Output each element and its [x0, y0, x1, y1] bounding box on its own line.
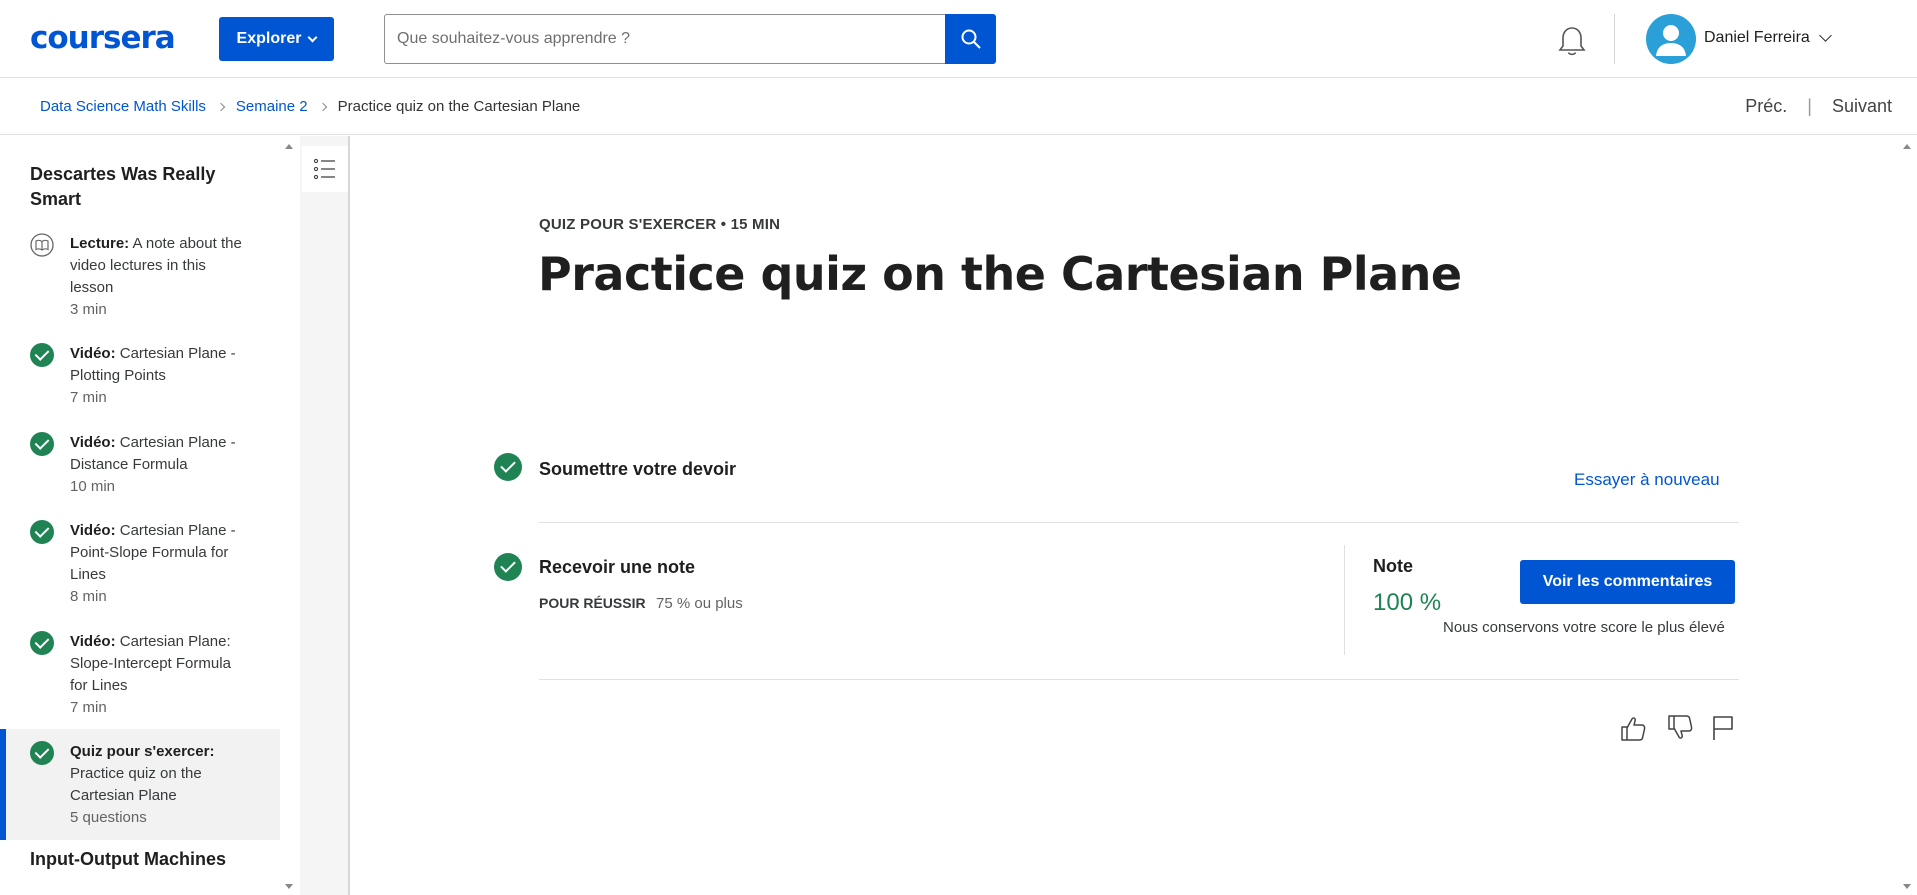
breadcrumb: Data Science Math Skills Semaine 2 Pract… [40, 98, 580, 115]
item-kicker: QUIZ POUR S'EXERCER • 15 MIN [539, 216, 781, 233]
sidebar-item-text: Vidéo: Cartesian Plane: Slope-Intercept … [70, 631, 250, 697]
check-circle-icon [30, 343, 54, 367]
divider [539, 679, 1739, 680]
chevron-right-icon [318, 102, 327, 111]
breadcrumb-bar: Data Science Math Skills Semaine 2 Pract… [0, 79, 1917, 135]
sidebar-item-type: Vidéo: [70, 345, 116, 362]
prev-next-nav: Préc. | Suivant [1745, 96, 1892, 117]
sidebar-scrollbar[interactable] [280, 136, 298, 895]
grade-step-status [494, 553, 522, 581]
nav-separator: | [1807, 96, 1812, 116]
check-circle-icon [30, 432, 54, 456]
sidebar-item-type: Lecture: [70, 235, 130, 252]
check-circle-icon [30, 520, 54, 544]
explore-button-label: Explorer [236, 30, 302, 47]
search-input[interactable] [384, 14, 946, 64]
sidebar-item-text: Vidéo: Cartesian Plane - Distance Formul… [70, 432, 250, 476]
sidebar-item-title: Practice quiz on the Cartesian Plane [70, 765, 202, 804]
sidebar-item-duration: 7 min [70, 699, 107, 716]
explore-button[interactable]: Explorer [219, 17, 334, 61]
avatar[interactable] [1646, 14, 1696, 64]
grade-value: 100 % [1373, 589, 1442, 616]
grade-step-title: Recevoir une note [539, 557, 696, 577]
sidebar-item-text: Vidéo: Cartesian Plane - Plotting Points [70, 343, 250, 387]
check-circle-icon [494, 553, 522, 581]
sidebar-item-text: Quiz pour s'exercer: Practice quiz on th… [70, 741, 250, 807]
sidebar-item-practice-quiz[interactable]: Quiz pour s'exercer: Practice quiz on th… [0, 729, 280, 840]
sidebar-item-lecture-note[interactable]: Lecture: A note about the video lectures… [0, 233, 280, 318]
search-icon [961, 29, 981, 49]
scroll-up-arrow-icon[interactable] [285, 144, 293, 149]
sidebar-item-video-plotting[interactable]: Vidéo: Cartesian Plane - Plotting Points… [0, 343, 280, 406]
check-circle-icon [30, 631, 54, 655]
sidebar-item-type: Vidéo: [70, 522, 116, 539]
sidebar-item-duration: 10 min [70, 478, 116, 495]
sidebar-item-text: Lecture: A note about the video lectures… [70, 233, 250, 299]
scroll-down-arrow-icon[interactable] [285, 884, 293, 889]
user-name[interactable]: Daniel Ferreira [1704, 29, 1810, 47]
submit-step-title: Soumettre votre devoir [539, 459, 737, 479]
grade-label: Note [1373, 556, 1413, 576]
check-circle-icon [494, 453, 522, 481]
highest-score-note: Nous conservons votre score le plus élev… [1443, 619, 1725, 636]
sidebar-item-type: Vidéo: [70, 633, 116, 650]
submit-step-status [494, 453, 522, 481]
sidebar-item-video-point-slope[interactable]: Vidéo: Cartesian Plane - Point-Slope For… [0, 520, 280, 605]
sidebar-item-text: Vidéo: Cartesian Plane - Point-Slope For… [70, 520, 250, 586]
breadcrumb-course[interactable]: Data Science Math Skills [40, 98, 206, 115]
search-button[interactable] [945, 14, 996, 64]
chevron-right-icon [216, 102, 226, 111]
pass-label: POUR RÉUSSIR [539, 595, 646, 611]
view-feedback-button[interactable]: Voir les commentaires [1520, 560, 1735, 604]
sidebar-item-duration: 8 min [70, 588, 107, 605]
list-icon [313, 158, 335, 180]
previous-button[interactable]: Préc. [1745, 96, 1787, 117]
sidebar-item-duration: 5 questions [70, 809, 147, 826]
book-icon [30, 233, 54, 257]
scroll-down-arrow-icon[interactable] [1903, 884, 1911, 889]
breadcrumb-current: Practice quiz on the Cartesian Plane [337, 98, 581, 115]
page-title: Practice quiz on the Cartesian Plane [538, 247, 1462, 301]
scroll-up-arrow-icon[interactable] [1903, 144, 1911, 149]
sidebar-item-duration: 3 min [70, 301, 107, 318]
sidebar-item-video-distance[interactable]: Vidéo: Cartesian Plane - Distance Formul… [0, 432, 280, 495]
top-navbar: coursera Explorer Daniel Ferreira [0, 0, 1917, 78]
sidebar-item-type: Quiz pour s'exercer: [70, 743, 215, 760]
thumbs-down-icon[interactable] [1665, 713, 1695, 743]
flag-icon[interactable] [1708, 713, 1738, 743]
sidebar-item-duration: 7 min [70, 389, 107, 406]
sidebar-item-video-slope-intercept[interactable]: Vidéo: Cartesian Plane: Slope-Intercept … [0, 631, 280, 716]
sidebar-item-type: Vidéo: [70, 434, 116, 451]
next-section-title[interactable]: Input-Output Machines [30, 847, 250, 872]
section-title: Descartes Was Really Smart [30, 164, 216, 209]
chevron-down-icon [308, 32, 318, 42]
bell-icon[interactable] [1557, 25, 1587, 57]
coursera-logo[interactable]: coursera [30, 20, 176, 56]
main-scrollbar[interactable] [1897, 136, 1917, 895]
header-divider [1614, 14, 1615, 64]
breadcrumb-week[interactable]: Semaine 2 [236, 98, 308, 115]
retry-link[interactable]: Essayer à nouveau [1574, 470, 1720, 490]
divider [539, 522, 1739, 523]
outline-toggle-button[interactable] [302, 146, 348, 192]
thumbs-up-icon[interactable] [1618, 713, 1648, 743]
next-button[interactable]: Suivant [1832, 96, 1892, 117]
user-menu-chevron-icon[interactable] [1819, 29, 1832, 42]
pass-value: 75 % ou plus [656, 595, 743, 612]
user-icon [1656, 25, 1686, 56]
grade-divider [1344, 545, 1345, 655]
outline-rail [300, 136, 350, 895]
check-circle-icon [30, 741, 54, 765]
lesson-sidebar: Descartes Was Really Smart Lecture: A no… [0, 136, 280, 895]
